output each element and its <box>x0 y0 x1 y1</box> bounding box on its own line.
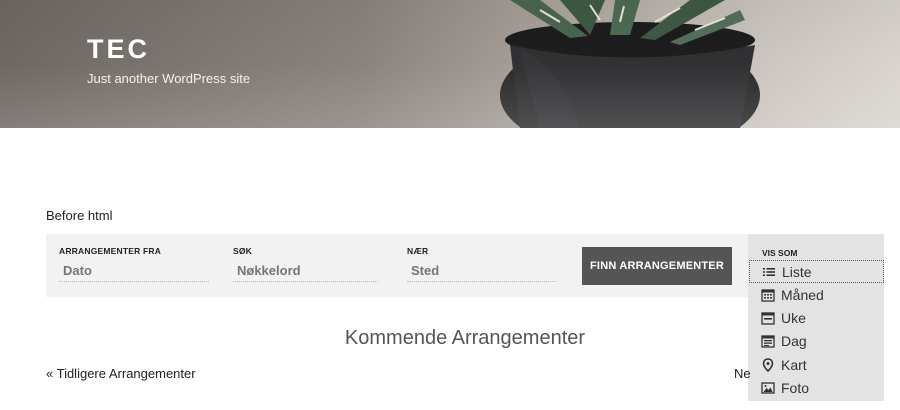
site-title[interactable]: TEC <box>87 34 150 65</box>
previous-events-link[interactable]: « Tidligere Arrangementer <box>46 366 196 381</box>
location-field: NÆR <box>407 246 557 282</box>
site-description: Just another WordPress site <box>87 71 251 86</box>
calendar-week-icon <box>761 311 775 325</box>
view-option-map[interactable]: Kart <box>748 354 884 377</box>
view-option-label: Måned <box>781 287 824 303</box>
calendar-month-icon <box>761 288 775 302</box>
view-as-label: VIS SOM <box>762 248 798 258</box>
keyword-field: SØK <box>233 246 378 282</box>
location-input[interactable] <box>407 260 557 282</box>
view-as-dropdown: VIS SOM Liste Måned Uke Dag Kart Foto <box>748 234 884 401</box>
photo-icon <box>761 381 775 395</box>
view-option-month[interactable]: Måned <box>748 284 884 307</box>
map-pin-icon <box>761 358 775 372</box>
view-option-list[interactable]: Liste <box>749 260 884 283</box>
location-field-label: NÆR <box>407 246 429 256</box>
date-field-label: ARRANGEMENTER FRA <box>59 246 162 256</box>
next-events-link[interactable]: Ne <box>734 366 751 381</box>
view-option-label: Foto <box>781 380 810 396</box>
view-option-label: Uke <box>781 310 806 326</box>
date-input[interactable] <box>59 260 209 282</box>
view-option-label: Liste <box>782 264 812 280</box>
before-html-text: Before html <box>46 208 113 223</box>
find-events-button[interactable]: FINN ARRANGEMENTER <box>582 247 732 285</box>
keyword-field-label: SØK <box>233 246 253 256</box>
keyword-input[interactable] <box>233 260 378 282</box>
view-option-photo[interactable]: Foto <box>748 377 884 400</box>
view-option-label: Kart <box>781 357 807 373</box>
site-header: TEC Just another WordPress site <box>0 0 900 128</box>
page-heading: Kommende Arrangementer <box>344 327 586 349</box>
list-icon <box>762 265 776 279</box>
date-field: ARRANGEMENTER FRA <box>59 246 209 282</box>
